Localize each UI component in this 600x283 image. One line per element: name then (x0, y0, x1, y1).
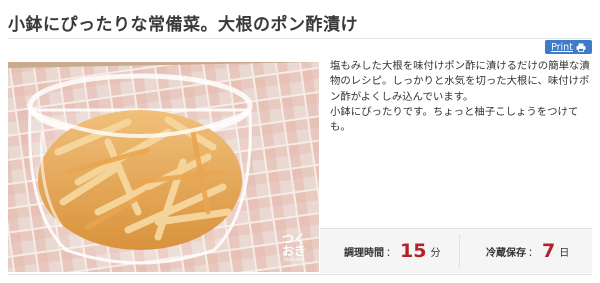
watermark-main: つくおき (281, 232, 306, 258)
fridge-label: 冷蔵保存 (486, 247, 526, 259)
fridge-unit: 日 (559, 247, 570, 259)
stats-divider (459, 235, 460, 267)
cook-time-colon: ： (386, 247, 396, 259)
title-divider (8, 38, 592, 39)
print-button-label: Print (551, 41, 573, 53)
fridge-colon: ： (528, 247, 538, 259)
watermark-sub: tsukuoki (283, 257, 305, 263)
cook-time-label: 調理時間 (344, 247, 384, 259)
fridge-value: 7 (542, 240, 556, 262)
recipe-description: 塩もみした大根を味付けポン酢に漬けるだけの簡単な漬物のレシピ。しっかりと水気を切… (330, 60, 590, 134)
print-button[interactable]: Print (545, 40, 592, 54)
recipe-stats: 調理時間 ： 15 分 冷蔵保存 ： 7 日 (320, 228, 592, 273)
bottom-divider (8, 274, 592, 275)
cook-time-unit: 分 (430, 247, 441, 259)
watermark-logo: つくおき tsukuoki (274, 233, 314, 263)
cook-time-value: 15 (400, 240, 427, 262)
page-title: 小鉢にぴったりな常備菜。大根のポン酢漬け (8, 15, 358, 35)
cook-time-stat: 調理時間 ： 15 分 (344, 229, 440, 273)
recipe-photo (8, 62, 319, 272)
printer-icon (576, 43, 586, 52)
fridge-stat: 冷蔵保存 ： 7 日 (486, 229, 569, 273)
